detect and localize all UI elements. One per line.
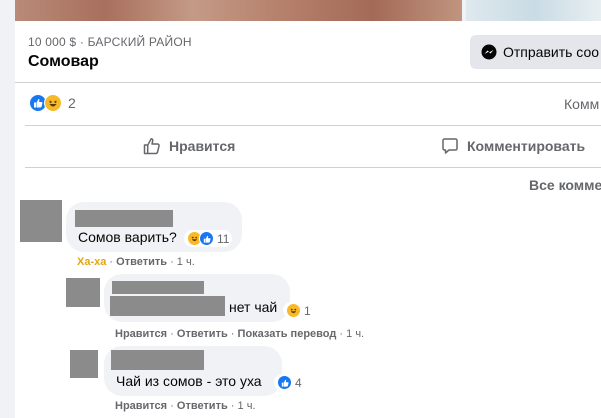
messenger-icon bbox=[481, 44, 497, 60]
comment-reactions[interactable]: 11 bbox=[184, 230, 233, 247]
thumbs-up-icon bbox=[143, 138, 160, 155]
reaction-count: 2 bbox=[68, 95, 76, 111]
divider bbox=[25, 167, 601, 168]
listing-title: Сомовар bbox=[28, 53, 99, 70]
redacted-author-name[interactable] bbox=[75, 210, 173, 227]
listing-photo-main[interactable] bbox=[15, 0, 462, 21]
listing-price-location: 10 000 $ · БАРСКИЙ РАЙОН bbox=[28, 35, 192, 49]
comment-meta: Ха-ха · Ответить · 1 ч. bbox=[77, 256, 195, 268]
divider bbox=[15, 82, 601, 83]
like-reaction-icon bbox=[277, 375, 292, 390]
redacted-author-name[interactable] bbox=[111, 350, 204, 370]
like-link[interactable]: Нравится bbox=[115, 328, 167, 340]
send-message-button[interactable]: Отправить соо bbox=[470, 35, 601, 69]
comment-text: Чай из сомов - это уха bbox=[116, 373, 262, 389]
meta-separator: · bbox=[339, 328, 344, 340]
listing-photo-thumbnail[interactable] bbox=[466, 0, 601, 21]
meta-separator: · bbox=[170, 256, 174, 268]
show-translation-link[interactable]: Показать перевод bbox=[238, 328, 337, 340]
like-button[interactable]: Нравится bbox=[142, 135, 235, 157]
meta-separator: · bbox=[230, 328, 235, 340]
comment-reaction-count: 11 bbox=[217, 231, 230, 246]
comment-meta: Нравится · Ответить · 1 ч. bbox=[115, 400, 256, 412]
redacted-comment-text bbox=[110, 296, 225, 316]
like-link[interactable]: Нравится bbox=[115, 400, 167, 412]
comment-reaction-count: 4 bbox=[295, 375, 302, 390]
reaction-summary[interactable]: 2 bbox=[29, 94, 76, 112]
comment-button[interactable]: Комментировать bbox=[440, 135, 585, 157]
comment-button-label: Комментировать bbox=[467, 138, 586, 154]
comment-reactions[interactable]: 1 bbox=[283, 302, 314, 319]
divider bbox=[25, 125, 601, 126]
redacted-author-name[interactable] bbox=[112, 281, 204, 294]
avatar[interactable] bbox=[70, 350, 98, 378]
comment-icon bbox=[442, 138, 458, 154]
meta-separator: · bbox=[230, 400, 235, 412]
like-button-label: Нравится bbox=[169, 138, 236, 154]
reply-link[interactable]: Ответить bbox=[177, 400, 228, 412]
meta-separator: · bbox=[109, 256, 114, 268]
meta-separator: · bbox=[170, 400, 174, 412]
meta-separator: · bbox=[170, 328, 174, 340]
comment-reaction-count: 1 bbox=[304, 303, 311, 318]
comment-reactions[interactable]: 4 bbox=[274, 374, 305, 391]
like-reaction-icon bbox=[199, 231, 214, 246]
comment-time[interactable]: 1 ч. bbox=[177, 256, 195, 268]
comment-text: Сомов варить? bbox=[78, 229, 177, 245]
reply-link[interactable]: Ответить bbox=[177, 328, 228, 340]
comment-time[interactable]: 1 ч. bbox=[238, 400, 256, 412]
comment-sort-dropdown[interactable]: Все комме bbox=[529, 177, 601, 193]
comment-time[interactable]: 1 ч. bbox=[346, 328, 364, 340]
send-message-label: Отправить соо bbox=[503, 44, 600, 60]
comment-meta: Нравится · Ответить · Показать перевод ·… bbox=[115, 328, 364, 340]
comment-text: нет чай bbox=[229, 299, 278, 315]
haha-reaction-icon bbox=[286, 303, 301, 318]
reply-link[interactable]: Ответить bbox=[116, 256, 167, 268]
comments-count-link[interactable]: Комм bbox=[564, 96, 599, 112]
avatar[interactable] bbox=[66, 278, 100, 307]
haha-reaction-icon bbox=[44, 94, 62, 112]
reacted-haha-link[interactable]: Ха-ха bbox=[77, 256, 106, 268]
avatar[interactable] bbox=[20, 200, 62, 242]
listing-photo-strip[interactable] bbox=[0, 0, 601, 21]
